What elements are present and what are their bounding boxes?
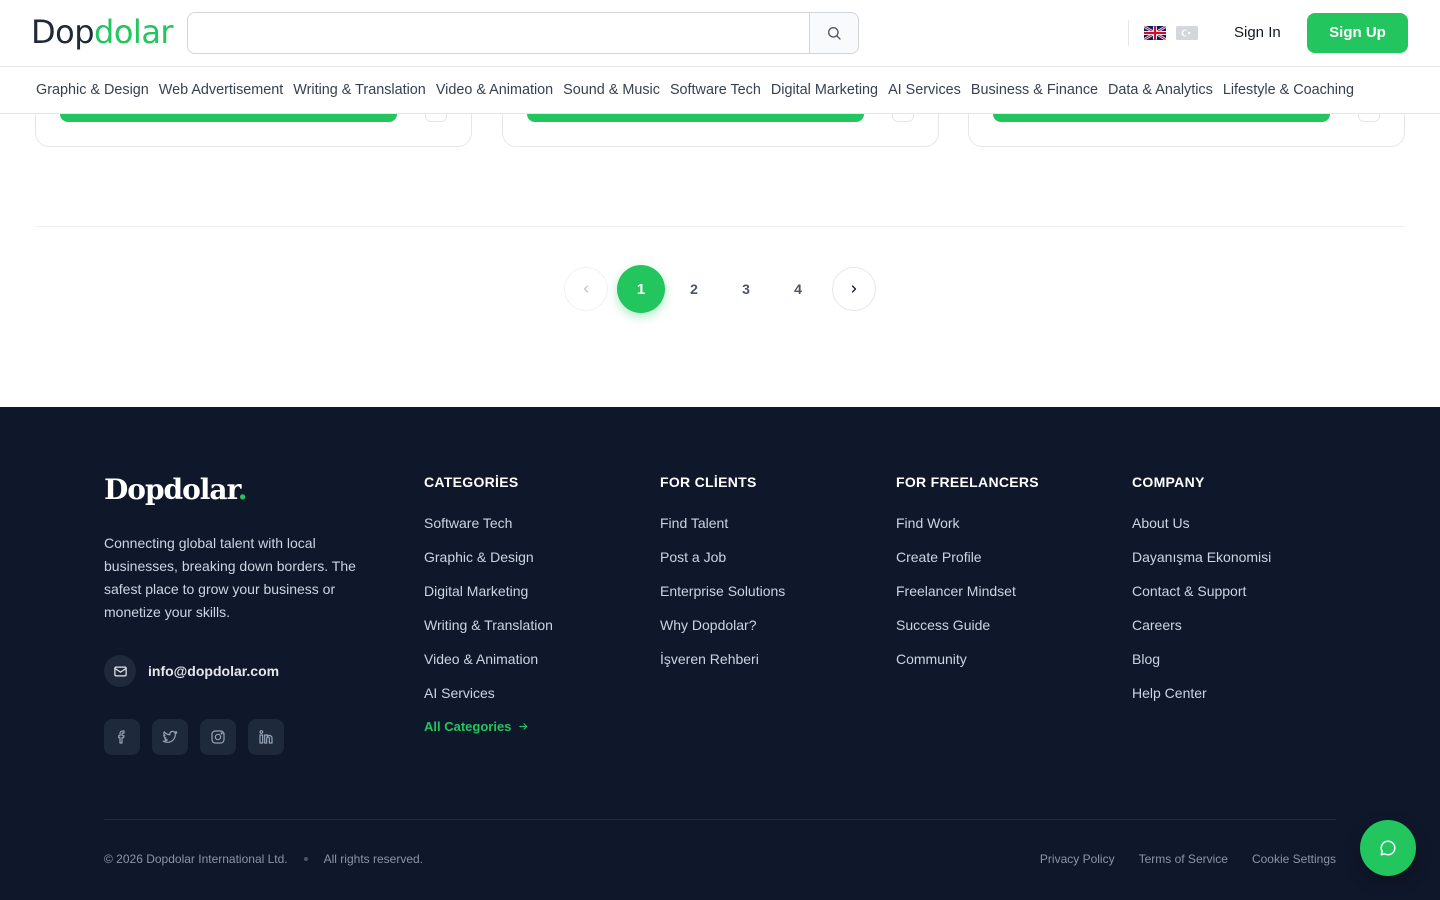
footer-link[interactable]: Graphic & Design [424,543,553,577]
footer-divider [104,819,1336,820]
logo-text-dark: Dop [31,13,95,51]
footer-link[interactable]: Create Profile [896,543,1039,577]
footer-link[interactable]: Find Talent [660,509,785,543]
pagination-next-button[interactable] [832,267,876,311]
all-categories-link[interactable]: All Categories [424,713,553,747]
chevron-left-icon [583,285,589,293]
footer-link[interactable]: Help Center [1132,679,1271,713]
mail-icon [113,666,127,676]
site-footer: Dopdolar. Connecting global talent with … [0,407,1440,900]
linkedin-link[interactable] [248,719,284,755]
search-input[interactable] [200,13,800,53]
sign-up-button[interactable]: Sign Up [1307,13,1408,53]
twitter-icon [162,730,178,743]
footer-email: info@dopdolar.com [148,663,280,679]
nav-graphic-design[interactable]: Graphic & Design [31,82,154,98]
chat-button[interactable] [1360,820,1416,876]
footer-col-title: FOR FREELANCERS [896,474,1039,490]
nav-writing-translation[interactable]: Writing & Translation [288,82,431,98]
privacy-policy-link[interactable]: Privacy Policy [1040,852,1115,866]
nav-digital-marketing[interactable]: Digital Marketing [766,82,883,98]
footer-col-categories: CATEGORİES Software Tech Graphic & Desig… [424,473,553,747]
nav-business-finance[interactable]: Business & Finance [966,82,1103,98]
nav-ai-services[interactable]: AI Services [883,82,966,98]
footer-brand: Dopdolar [104,473,239,506]
footer-col-freelancers: FOR FREELANCERS Find Work Create Profile… [896,473,1039,679]
nav-software-tech[interactable]: Software Tech [665,82,766,98]
pagination-page-1[interactable]: 1 [617,265,665,313]
footer-link[interactable]: Blog [1132,645,1271,679]
footer-link[interactable]: About Us [1132,509,1271,543]
footer-link[interactable]: Success Guide [896,611,1039,645]
pagination-prev-button[interactable] [564,267,608,311]
category-nav: Graphic & Design Web Advertisement Writi… [0,67,1440,114]
footer-col-title: FOR CLİENTS [660,474,757,490]
cookie-settings-link[interactable]: Cookie Settings [1252,852,1336,866]
footer-link[interactable]: Why Dopdolar? [660,611,785,645]
footer-link[interactable]: Digital Marketing [424,577,553,611]
footer-col-company: COMPANY About Us Dayanışma Ekonomisi Con… [1132,473,1271,713]
footer-email-link[interactable]: info@dopdolar.com [104,655,279,687]
nav-web-advertisement[interactable]: Web Advertisement [154,82,289,98]
footer-link[interactable]: Software Tech [424,509,553,543]
footer-link[interactable]: AI Services [424,679,553,713]
arrow-right-icon [519,723,528,730]
pagination-page-4[interactable]: 4 [776,267,820,311]
all-categories-label: All Categories [424,719,512,734]
facebook-icon [118,730,125,744]
footer-link[interactable]: İşveren Rehberi [660,645,785,679]
uk-flag-icon[interactable] [1144,26,1166,40]
pagination-page-3[interactable]: 3 [724,267,768,311]
copyright-text: © 2026 Dopdolar International Ltd. [104,852,288,866]
twitter-link[interactable] [152,719,188,755]
footer-logo[interactable]: Dopdolar. [104,473,247,506]
nav-sound-music[interactable]: Sound & Music [558,82,665,98]
footer-brand-dot: . [237,473,248,506]
mail-icon-wrap [104,655,136,687]
footer-link[interactable]: Writing & Translation [424,611,553,645]
legal-links: Privacy Policy Terms of Service Cookie S… [1040,852,1336,866]
instagram-link[interactable] [200,719,236,755]
footer-link[interactable]: Find Work [896,509,1039,543]
footer-link[interactable]: Careers [1132,611,1271,645]
footer-link[interactable]: Community [896,645,1039,679]
logo-text-accent: dolar [94,13,174,51]
tr-flag-icon[interactable] [1176,26,1198,40]
footer-link[interactable]: Freelancer Mindset [896,577,1039,611]
footer-link[interactable]: Contact & Support [1132,577,1271,611]
chat-icon [1380,840,1396,856]
sign-in-link[interactable]: Sign In [1222,20,1293,46]
uk-flag-graphic [1144,26,1166,40]
copyright: © 2026 Dopdolar International Ltd. All r… [104,852,423,866]
nav-video-animation[interactable]: Video & Animation [431,82,558,98]
footer-link[interactable]: Video & Animation [424,645,553,679]
footer-link[interactable]: Post a Job [660,543,785,577]
chevron-right-icon [851,285,857,293]
pagination-page-2[interactable]: 2 [672,267,716,311]
search-bar [187,12,859,54]
top-header: Dopdolar Sign In Sign Up [0,0,1440,67]
nav-lifestyle-coaching[interactable]: Lifestyle & Coaching [1218,82,1359,98]
footer-link[interactable]: Enterprise Solutions [660,577,785,611]
site-logo[interactable]: Dopdolar [31,13,174,51]
facebook-link[interactable] [104,719,140,755]
footer-col-clients: FOR CLİENTS Find Talent Post a Job Enter… [660,473,785,679]
footer-link[interactable]: Dayanışma Ekonomisi [1132,543,1271,577]
search-button[interactable] [809,13,858,53]
footer-description: Connecting global talent with local busi… [104,535,356,620]
search-icon [828,27,841,40]
linkedin-icon [259,730,273,744]
terms-of-service-link[interactable]: Terms of Service [1139,852,1228,866]
instagram-icon [211,730,225,744]
content-divider [36,226,1405,227]
footer-col-title: CATEGORİES [424,474,519,490]
header-divider [1128,20,1129,46]
social-links [104,719,284,755]
rights-text: All rights reserved. [323,852,424,866]
tr-flag-graphic [1176,26,1198,40]
separator-dot [303,857,308,861]
footer-col-title: COMPANY [1132,474,1205,490]
nav-data-analytics[interactable]: Data & Analytics [1103,82,1218,98]
